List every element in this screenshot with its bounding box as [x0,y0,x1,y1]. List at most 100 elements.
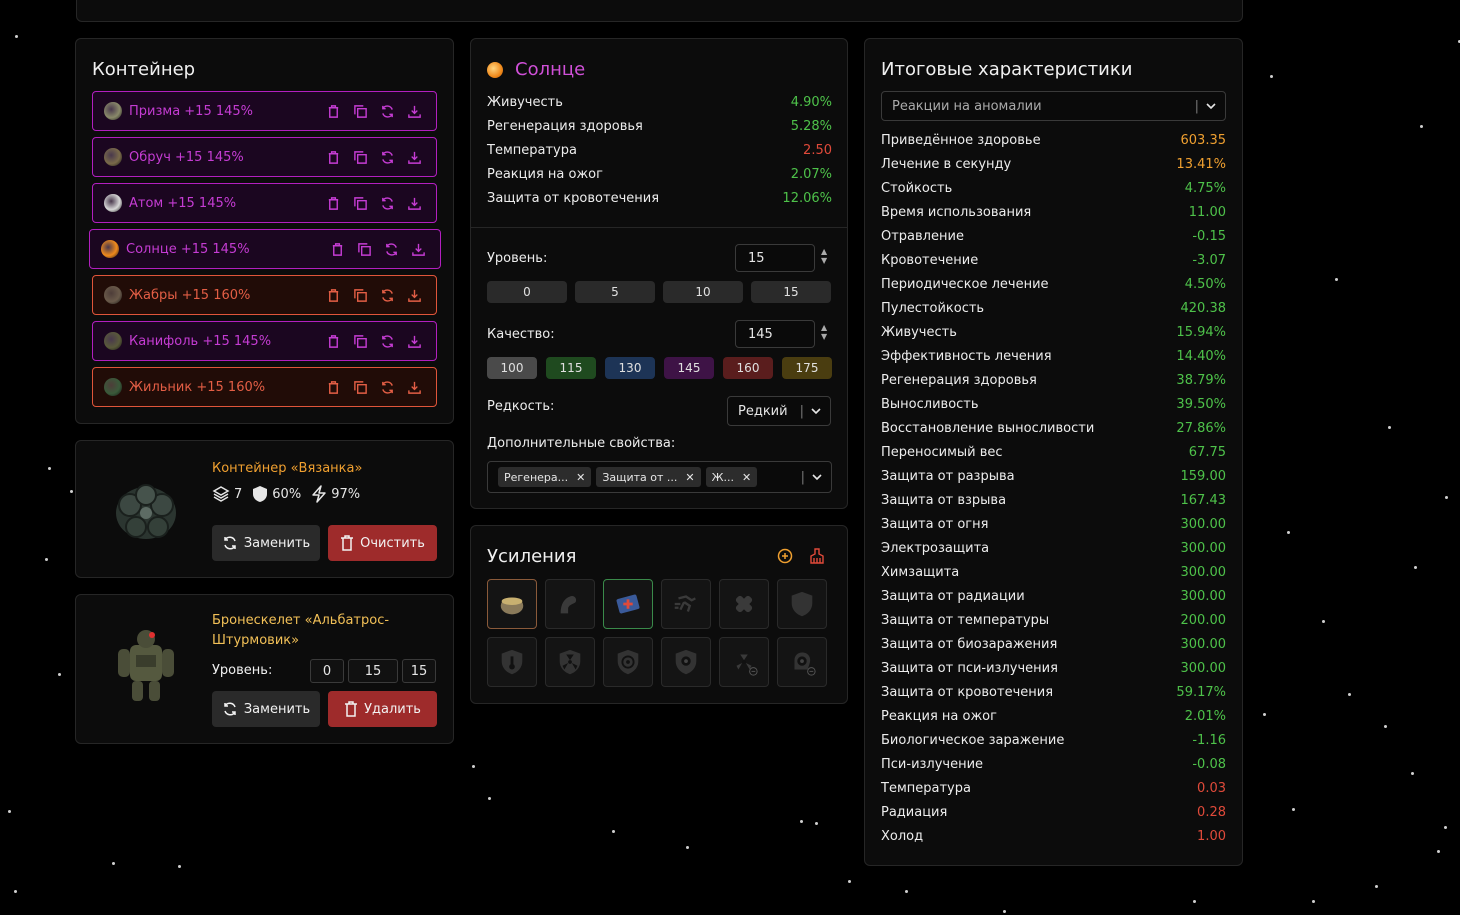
bag-clear-button[interactable]: Очистить [328,525,437,561]
refresh-icon[interactable] [384,242,399,257]
armor-delete-button[interactable]: Удалить [328,691,437,727]
quality-preset-button[interactable]: 130 [605,357,655,379]
boost-slot[interactable] [545,637,595,687]
trash-icon[interactable] [326,288,341,303]
total-stat-value: 15.94% [1176,325,1226,340]
download-icon[interactable] [407,334,422,349]
copy-icon[interactable] [353,150,368,165]
download-icon[interactable] [407,150,422,165]
tag-label: Ж... [711,470,734,484]
level-preset-button[interactable]: 10 [663,281,743,303]
shield-icon [253,486,268,502]
copy-icon[interactable] [353,288,368,303]
level-stepper[interactable]: ▲ ▼ [821,247,827,265]
artifact-row[interactable]: Жабры +15 160% [92,275,437,315]
copy-icon[interactable] [353,380,368,395]
total-stat-row: Холод 1.00 [881,829,1226,844]
artifact-row[interactable]: Жильник +15 160% [92,367,437,407]
artifact-row[interactable]: Канифоль +15 145% [92,321,437,361]
total-stat-value: 603.35 [1180,133,1227,148]
refresh-icon[interactable] [380,196,395,211]
container-panel-title: Контейнер [92,59,196,80]
quality-input[interactable]: 145 [735,320,815,348]
trash-icon[interactable] [326,334,341,349]
download-icon[interactable] [407,380,422,395]
armor-level-current[interactable]: 15 [348,659,398,683]
level-preset-button[interactable]: 5 [575,281,655,303]
trash-icon[interactable] [326,150,341,165]
artifact-label: Жильник +15 160% [129,379,266,395]
quality-preset-button[interactable]: 145 [664,357,714,379]
trash-icon[interactable] [326,380,341,395]
artifact-row[interactable]: Атом +15 145% [92,183,437,223]
download-icon[interactable] [407,104,422,119]
level-preset-button[interactable]: 15 [751,281,831,303]
total-stat-value: 300.00 [1180,517,1227,532]
bag-replace-button[interactable]: Заменить [212,525,320,561]
total-stat-value: -0.08 [1192,757,1226,772]
add-boost-icon[interactable] [777,548,793,564]
armor-delete-label: Удалить [364,701,421,717]
download-icon[interactable] [407,288,422,303]
strength-arm-icon [560,596,577,614]
boost-slot[interactable] [719,637,769,687]
total-stat-name: Приведённое здоровье [881,133,1041,148]
armor-level-min[interactable]: 0 [310,659,344,683]
armor-level-max[interactable]: 15 [402,659,436,683]
boost-slot[interactable] [719,579,769,629]
boost-slot[interactable] [487,637,537,687]
total-stat-name: Пси-излучение [881,757,984,772]
boost-slot[interactable] [777,637,827,687]
remove-tag-icon[interactable]: ✕ [685,471,694,484]
boost-slot[interactable] [661,579,711,629]
quality-preset-button[interactable]: 175 [782,357,832,379]
star-dot [70,490,73,493]
copy-icon[interactable] [353,334,368,349]
refresh-icon[interactable] [380,288,395,303]
total-stat-name: Периодическое лечение [881,277,1049,292]
clear-boosts-icon[interactable] [809,548,825,564]
trash-icon[interactable] [326,104,341,119]
remove-tag-icon[interactable]: ✕ [576,471,585,484]
boost-slot[interactable] [661,637,711,687]
copy-icon[interactable] [353,104,368,119]
total-stat-value: 2.01% [1184,709,1226,724]
totals-filter-select[interactable]: Реакции на аномалии | [881,91,1226,121]
refresh-icon[interactable] [380,104,395,119]
total-stat-name: Восстановление выносливости [881,421,1095,436]
total-stat-value: 200.00 [1180,613,1227,628]
remove-tag-icon[interactable]: ✕ [742,471,751,484]
artifact-row[interactable]: Солнце +15 145% [89,229,441,269]
radiation-shield-icon [559,649,581,675]
artifact-row[interactable]: Призма +15 145% [92,91,437,131]
copy-icon[interactable] [353,196,368,211]
level-preset-button[interactable]: 0 [487,281,567,303]
level-input[interactable]: 15 [735,244,815,272]
armor-replace-button[interactable]: Заменить [212,691,320,727]
extra-properties-select[interactable]: Регенера... ✕ Защита от ... ✕ Ж... ✕ | [487,461,832,493]
boost-slot[interactable] [603,579,653,629]
boost-slot[interactable] [545,579,595,629]
refresh-icon[interactable] [380,334,395,349]
star-dot [815,822,818,825]
quality-stepper[interactable]: ▲ ▼ [821,323,827,341]
artifact-stat-row: Температура 2.50 [487,143,832,158]
trash-icon[interactable] [330,242,345,257]
rarity-select[interactable]: Редкий | [727,396,831,426]
quality-preset-button[interactable]: 100 [487,357,537,379]
quality-preset-button[interactable]: 115 [546,357,596,379]
trash-icon[interactable] [326,196,341,211]
artifact-label: Атом +15 145% [129,195,237,211]
boost-slot[interactable] [777,579,827,629]
total-stat-row: Приведённое здоровье 603.35 [881,133,1226,148]
refresh-icon[interactable] [380,150,395,165]
boost-slot[interactable] [603,637,653,687]
psy-minus-icon [794,652,816,676]
artifact-row[interactable]: Обруч +15 145% [92,137,437,177]
quality-preset-button[interactable]: 160 [723,357,773,379]
download-icon[interactable] [411,242,426,257]
download-icon[interactable] [407,196,422,211]
copy-icon[interactable] [357,242,372,257]
refresh-icon[interactable] [380,380,395,395]
boost-slot[interactable] [487,579,537,629]
